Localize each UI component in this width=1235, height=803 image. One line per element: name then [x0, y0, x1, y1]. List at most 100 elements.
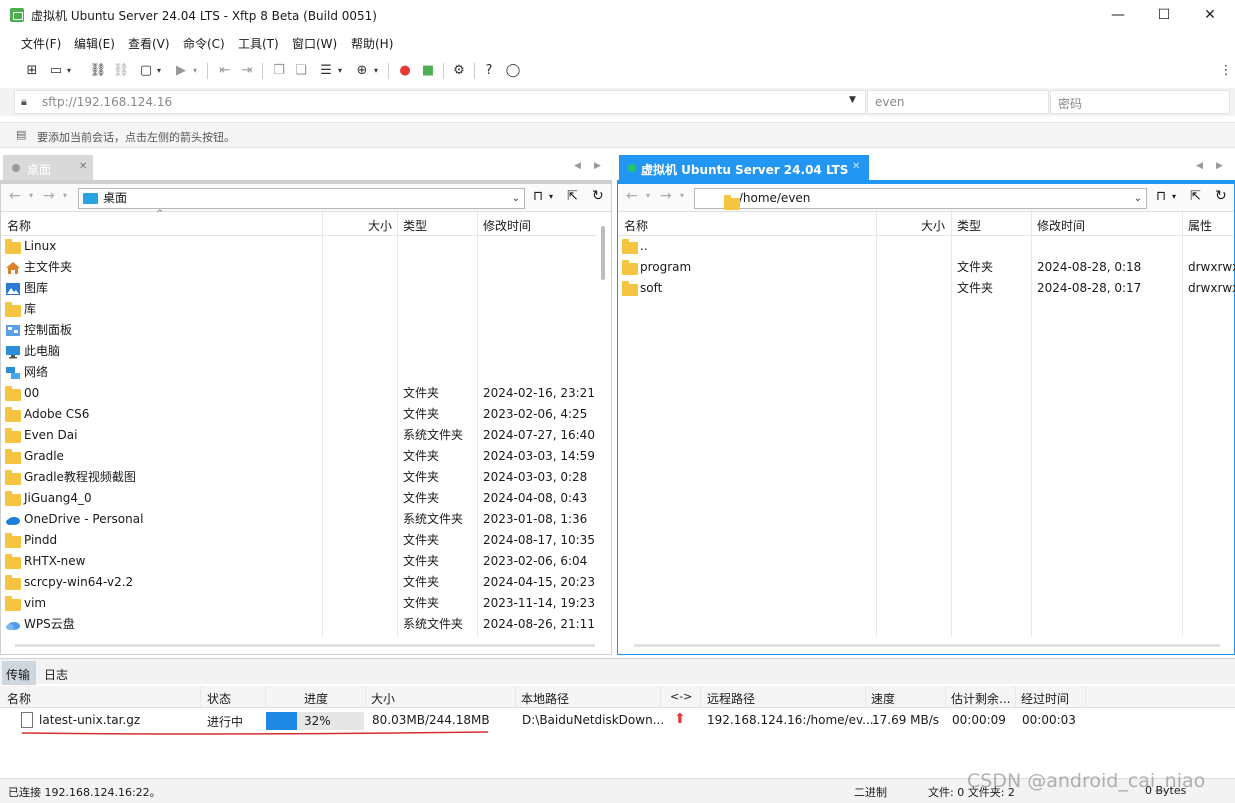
tab-close-icon[interactable]: ✕: [79, 161, 87, 172]
list-item[interactable]: WPS云盘 系统文件夹 2024-08-26, 21:11: [1, 614, 597, 635]
list-item[interactable]: Linux: [1, 236, 597, 257]
list-item[interactable]: soft 文件夹 2024-08-28, 0:17 drwxrwx: [618, 278, 1235, 299]
connect-icon[interactable]: ⛓: [89, 62, 107, 80]
bookmark-icon[interactable]: ⊓: [1156, 189, 1166, 204]
list-item[interactable]: 控制面板: [1, 320, 597, 341]
menu-edit[interactable]: 编辑(E): [74, 35, 115, 52]
forward-icon[interactable]: →: [43, 188, 55, 204]
open-dropdown-icon[interactable]: ▾: [64, 62, 74, 80]
view-dropdown-icon[interactable]: ▾: [335, 62, 345, 80]
tab-log[interactable]: 日志: [44, 666, 68, 683]
right-tab-next-icon[interactable]: ▶: [1216, 161, 1223, 171]
col-type[interactable]: 类型: [403, 217, 427, 234]
new-window-icon[interactable]: ▢: [137, 62, 155, 80]
right-tab-prev-icon[interactable]: ◀: [1196, 161, 1203, 171]
refresh-icon[interactable]: ↻: [1215, 188, 1227, 204]
col-size[interactable]: 大小: [368, 217, 392, 234]
forward-dropdown-icon[interactable]: ▾: [63, 191, 67, 200]
left-tab-prev-icon[interactable]: ◀: [574, 161, 581, 171]
forward-icon[interactable]: →: [660, 188, 672, 204]
list-item[interactable]: ..: [618, 236, 1234, 257]
local-scrollbar-thumb[interactable]: [601, 226, 605, 280]
close-button[interactable]: ✕: [1187, 0, 1233, 30]
open-folder-icon[interactable]: ▭: [47, 62, 65, 80]
bookmark-icon[interactable]: ⊓: [533, 189, 543, 204]
menu-view[interactable]: 查看(V): [128, 35, 170, 52]
col-modified[interactable]: 修改时间: [1037, 217, 1085, 234]
list-item[interactable]: OneDrive - Personal 系统文件夹 2023-01-08, 1:36: [1, 509, 597, 530]
list-view-icon[interactable]: ☰: [317, 62, 335, 80]
list-item[interactable]: JiGuang4_0 文件夹 2024-04-08, 0:43: [1, 488, 597, 509]
list-item[interactable]: vim 文件夹 2023-11-14, 19:23: [1, 593, 597, 614]
list-item[interactable]: 图库: [1, 278, 597, 299]
refresh-icon[interactable]: ↻: [592, 188, 604, 204]
list-item[interactable]: scrcpy-win64-v2.2 文件夹 2024-04-15, 20:23: [1, 572, 597, 593]
list-item[interactable]: Adobe CS6 文件夹 2023-02-06, 4:25: [1, 404, 597, 425]
back-dropdown-icon[interactable]: ▾: [29, 191, 33, 200]
terminal-icon[interactable]: ▶: [172, 62, 190, 80]
col-size[interactable]: 大小: [921, 217, 945, 234]
window-dropdown-icon[interactable]: ▾: [154, 62, 164, 80]
tab-local-desktop[interactable]: 桌面 ✕: [3, 155, 93, 181]
remote-path-input[interactable]: /home/even ⌄: [694, 188, 1147, 210]
xfer-col-speed[interactable]: 速度: [871, 690, 895, 707]
parent-folder-icon[interactable]: ⇱: [567, 189, 578, 204]
copy-icon[interactable]: ❐: [270, 62, 288, 80]
xfer-col-name[interactable]: 名称: [7, 690, 31, 707]
xfer-col-elapsed[interactable]: 经过时间: [1021, 690, 1069, 707]
url-dropdown-icon[interactable]: ▼: [849, 95, 856, 105]
col-type[interactable]: 类型: [957, 217, 981, 234]
xfer-col-progress[interactable]: 进度: [304, 690, 328, 707]
list-item[interactable]: Gradle教程视频截图 文件夹 2024-03-03, 0:28: [1, 467, 597, 488]
help-icon[interactable]: ?: [480, 62, 498, 80]
back-icon[interactable]: ←: [9, 188, 21, 204]
menu-window[interactable]: 窗口(W): [292, 35, 337, 52]
bookmark-dropdown-icon[interactable]: ▾: [1172, 192, 1176, 201]
transfer-mode[interactable]: 二进制: [854, 784, 887, 800]
tab-transfers[interactable]: 传输: [2, 661, 36, 685]
paste-icon[interactable]: ❏: [292, 62, 310, 80]
globe-dropdown-icon[interactable]: ▾: [371, 62, 381, 80]
path-dropdown-icon[interactable]: ⌄: [512, 189, 520, 208]
new-session-icon[interactable]: ⊞: [23, 62, 41, 80]
xfer-col-local[interactable]: 本地路径: [521, 690, 569, 707]
left-tab-next-icon[interactable]: ▶: [594, 161, 601, 171]
tab-close-icon[interactable]: ✕: [852, 161, 860, 172]
tab-remote-ubuntu[interactable]: 虚拟机 Ubuntu Server 24.04 LTS ✕: [619, 155, 869, 181]
username-field[interactable]: even: [867, 90, 1049, 114]
list-item[interactable]: Pindd 文件夹 2024-08-17, 10:35: [1, 530, 597, 551]
list-item[interactable]: Even Dai 系统文件夹 2024-07-27, 16:40: [1, 425, 597, 446]
list-item[interactable]: 库: [1, 299, 597, 320]
list-item[interactable]: 网络: [1, 362, 597, 383]
bookmark-dropdown-icon[interactable]: ▾: [549, 192, 553, 201]
list-item[interactable]: RHTX-new 文件夹 2023-02-06, 6:04: [1, 551, 597, 572]
menu-file[interactable]: 文件(F): [21, 35, 61, 52]
list-item[interactable]: 主文件夹: [1, 257, 597, 278]
maximize-button[interactable]: ☐: [1141, 0, 1187, 30]
col-name[interactable]: 名称: [7, 217, 31, 234]
xfer-col-remaining[interactable]: 估计剩余...: [951, 690, 1010, 707]
globe-icon[interactable]: ⊕: [353, 62, 371, 80]
xfer-col-size[interactable]: 大小: [371, 690, 395, 707]
list-item[interactable]: 00 文件夹 2024-02-16, 23:21: [1, 383, 597, 404]
list-item[interactable]: program 文件夹 2024-08-28, 0:18 drwxrwx: [618, 257, 1235, 278]
xfer-col-status[interactable]: 状态: [207, 690, 231, 707]
list-item[interactable]: 此电脑: [1, 341, 597, 362]
menu-tools[interactable]: 工具(T): [238, 35, 279, 52]
terminal-dropdown-icon[interactable]: ▾: [190, 62, 200, 80]
more-options-icon[interactable]: ⋮: [1217, 62, 1235, 80]
path-dropdown-icon[interactable]: ⌄: [1134, 189, 1142, 208]
url-field[interactable]: 🔒︎ sftp://192.168.124.16 ▼: [14, 90, 866, 114]
col-attributes[interactable]: 属性: [1188, 217, 1212, 234]
xshell-icon[interactable]: ●: [396, 62, 414, 80]
password-field[interactable]: 密码: [1050, 90, 1230, 114]
xfer-col-remote[interactable]: 远程路径: [707, 690, 755, 707]
remote-h-scrollbar[interactable]: [634, 644, 1220, 647]
xftp-icon[interactable]: ■: [419, 62, 437, 80]
parent-folder-icon[interactable]: ⇱: [1190, 189, 1201, 204]
minimize-button[interactable]: —: [1095, 0, 1141, 30]
transfer-right-icon[interactable]: ⇥: [238, 62, 256, 80]
transfer-left-icon[interactable]: ⇤: [216, 62, 234, 80]
disconnect-icon[interactable]: ⛓: [112, 62, 130, 80]
local-h-scrollbar[interactable]: [15, 644, 595, 647]
